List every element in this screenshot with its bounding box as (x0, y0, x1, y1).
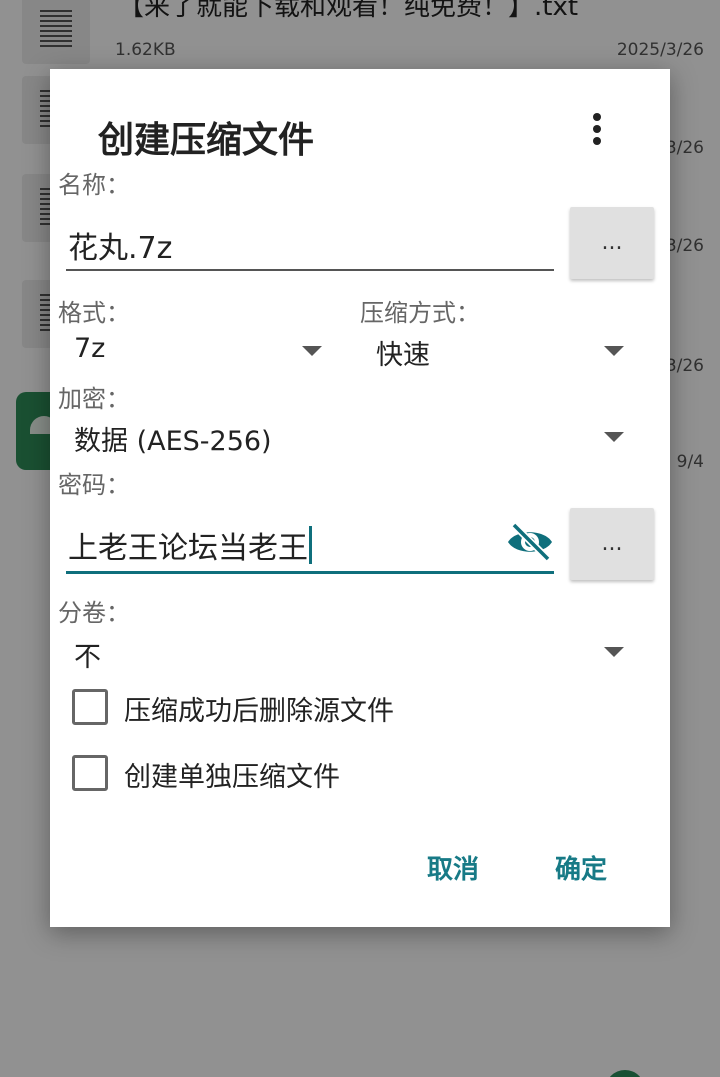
format-label: 格式： (58, 299, 130, 327)
archive-name-input[interactable]: 花丸.7z (66, 209, 554, 273)
more-vert-icon[interactable] (578, 105, 618, 153)
ok-button[interactable]: 确定 (555, 849, 607, 886)
password-value: 上老王论坛当老王 (68, 523, 312, 567)
archive-name-value: 花丸.7z (68, 231, 173, 266)
delete-source-option[interactable]: 压缩成功后删除源文件 (72, 683, 432, 727)
delete-source-label: 压缩成功后删除源文件 (124, 696, 394, 727)
format-dropdown-icon[interactable] (302, 346, 322, 356)
split-select[interactable]: 不 (74, 635, 101, 674)
encryption-select[interactable]: 数据 (AES-256) (74, 419, 272, 458)
eye-off-icon[interactable] (506, 521, 554, 563)
text-caret (309, 526, 312, 564)
browse-path-button[interactable]: ... (570, 207, 654, 279)
separate-archive-label: 创建单独压缩文件 (124, 762, 340, 793)
password-label: 密码： (58, 471, 130, 499)
method-dropdown-icon[interactable] (604, 346, 624, 356)
create-archive-dialog: 创建压缩文件 名称： 花丸.7z ... 格式： 7z 压缩方式： 快速 加密：… (50, 69, 670, 927)
split-label: 分卷： (58, 599, 130, 627)
split-dropdown-icon[interactable] (604, 647, 624, 657)
separate-archive-option[interactable]: 创建单独压缩文件 (72, 749, 412, 793)
cancel-button[interactable]: 取消 (427, 849, 479, 886)
delete-source-checkbox[interactable] (72, 689, 108, 725)
separate-archive-checkbox[interactable] (72, 755, 108, 791)
encryption-label: 加密： (58, 385, 130, 413)
format-select[interactable]: 7z (74, 333, 105, 364)
name-label: 名称： (58, 171, 130, 199)
method-label: 压缩方式： (360, 299, 480, 327)
password-input[interactable]: 上老王论坛当老王 (66, 509, 554, 577)
method-select[interactable]: 快速 (376, 333, 430, 372)
password-options-button[interactable]: ... (570, 508, 654, 580)
encryption-dropdown-icon[interactable] (604, 432, 624, 442)
dialog-title: 创建压缩文件 (98, 120, 315, 161)
